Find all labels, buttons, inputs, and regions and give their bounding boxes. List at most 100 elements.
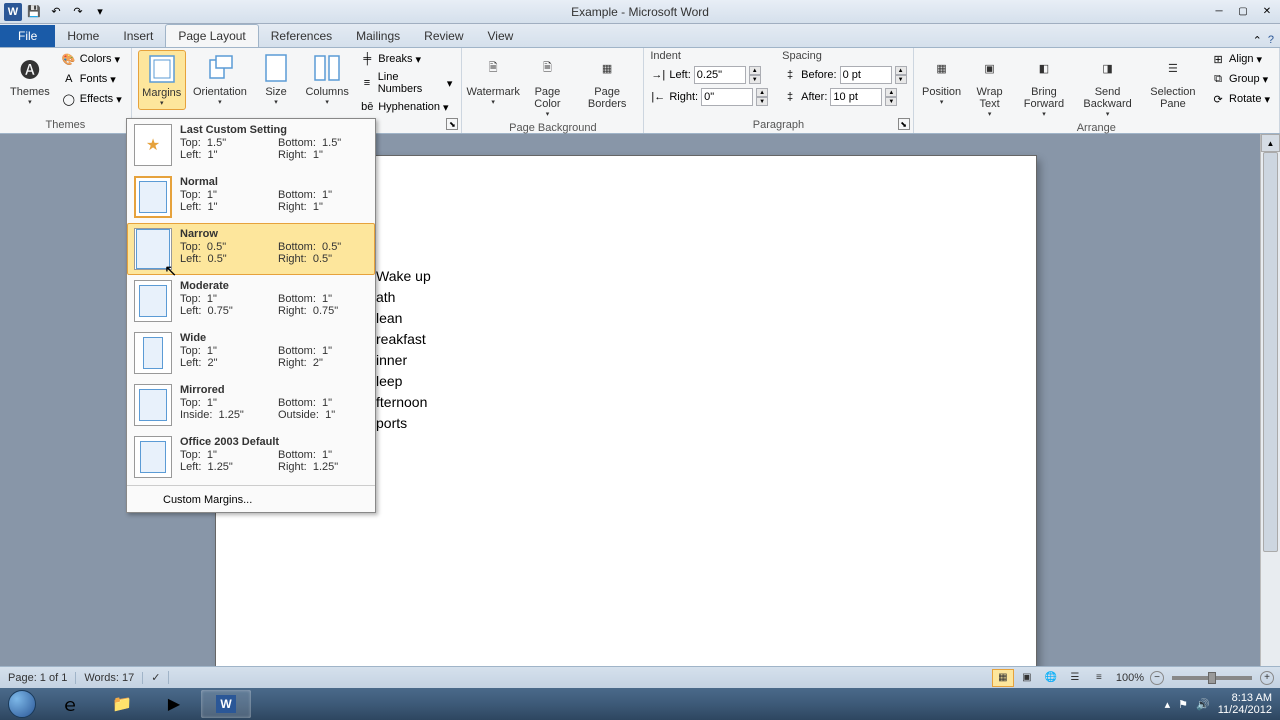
tray-clock[interactable]: 8:13 AM 11/24/2012 xyxy=(1218,692,1272,716)
orientation-button[interactable]: Orientation▾ xyxy=(190,50,250,108)
spin-down[interactable]: ▼ xyxy=(885,97,897,106)
margin-option-normal[interactable]: NormalTop: 1"Bottom: 1"Left: 1"Right: 1" xyxy=(127,171,375,223)
custom-margins-button[interactable]: Custom Margins... xyxy=(127,488,375,512)
close-button[interactable]: ✕ xyxy=(1256,3,1278,21)
tab-references[interactable]: References xyxy=(259,25,344,47)
taskbar-media-player[interactable]: ▶ xyxy=(149,690,199,718)
tray-flag-icon[interactable]: ⚑ xyxy=(1178,698,1188,711)
margin-option-last-custom-setting[interactable]: ★Last Custom SettingTop: 1.5"Bottom: 1.5… xyxy=(127,119,375,171)
page-color-button[interactable]: 🗎Page Color▾ xyxy=(522,50,573,120)
margin-option-wide[interactable]: WideTop: 1"Bottom: 1"Left: 2"Right: 2" xyxy=(127,327,375,379)
size-button[interactable]: Size▾ xyxy=(254,50,298,108)
zoom-level[interactable]: 100% xyxy=(1116,672,1144,684)
rotate-button[interactable]: ⟳Rotate ▾ xyxy=(1207,90,1273,108)
colors-button[interactable]: 🎨Colors ▾ xyxy=(58,50,125,68)
tab-view[interactable]: View xyxy=(476,25,526,47)
hyphenation-button[interactable]: bēHyphenation ▾ xyxy=(356,98,455,116)
size-icon xyxy=(264,53,288,83)
tab-page-layout[interactable]: Page Layout xyxy=(165,24,258,47)
page-setup-launcher[interactable]: ⬊ xyxy=(446,118,458,130)
margin-option-office-2003-default[interactable]: Office 2003 DefaultTop: 1"Bottom: 1"Left… xyxy=(127,431,375,483)
tab-mailings[interactable]: Mailings xyxy=(344,25,412,47)
tab-file[interactable]: File xyxy=(0,25,55,47)
view-outline[interactable]: ☰ xyxy=(1064,669,1086,687)
indent-right-input[interactable]: 0" xyxy=(701,88,753,106)
position-button[interactable]: ▦Position▾ xyxy=(920,50,964,108)
windows-logo-icon xyxy=(8,690,36,718)
selection-pane-icon: ☰ xyxy=(1157,52,1189,84)
spacing-after-icon: ‡ xyxy=(782,89,798,105)
tab-insert[interactable]: Insert xyxy=(111,25,165,47)
group-paragraph: Indent →|Left:0.25"▲▼ |←Right:0"▲▼ Spaci… xyxy=(644,48,913,133)
spin-up[interactable]: ▲ xyxy=(895,66,907,75)
spin-up[interactable]: ▲ xyxy=(756,88,768,97)
zoom-slider[interactable] xyxy=(1172,676,1252,680)
bring-forward-button[interactable]: ◧Bring Forward▾ xyxy=(1016,50,1073,120)
themes-button[interactable]: 🅐 Themes▾ xyxy=(6,50,54,108)
indent-left-input[interactable]: 0.25" xyxy=(694,66,746,84)
status-proofing-icon[interactable]: ✓ xyxy=(143,671,169,684)
status-page[interactable]: Page: 1 of 1 xyxy=(0,672,76,684)
document-text[interactable]: Wake upathleanreakfastinnerleepfternoonp… xyxy=(376,266,876,434)
spin-down[interactable]: ▼ xyxy=(756,97,768,106)
margins-button[interactable]: Margins▾ xyxy=(138,50,186,110)
wrap-text-icon: ▣ xyxy=(974,52,1006,84)
view-draft[interactable]: ≡ xyxy=(1088,669,1110,687)
breaks-button[interactable]: ╪Breaks ▾ xyxy=(356,50,455,68)
status-words[interactable]: Words: 17 xyxy=(76,672,143,684)
scroll-thumb[interactable] xyxy=(1263,152,1278,552)
view-web[interactable]: 🌐 xyxy=(1040,669,1062,687)
margin-option-moderate[interactable]: ModerateTop: 1"Bottom: 1"Left: 0.75"Righ… xyxy=(127,275,375,327)
group-arrange: ▦Position▾ ▣Wrap Text▾ ◧Bring Forward▾ ◨… xyxy=(914,48,1280,133)
tray-show-hidden-icon[interactable]: ▴ xyxy=(1165,698,1171,711)
start-button[interactable] xyxy=(0,688,44,720)
tab-home[interactable]: Home xyxy=(55,25,111,47)
minimize-ribbon-icon[interactable]: ⌃ xyxy=(1253,34,1262,47)
send-backward-button[interactable]: ◨Send Backward▾ xyxy=(1076,50,1138,120)
taskbar-explorer[interactable]: 📁 xyxy=(97,690,147,718)
watermark-icon: 🗎 xyxy=(477,52,509,84)
spin-up[interactable]: ▲ xyxy=(749,66,761,75)
maximize-button[interactable]: ▢ xyxy=(1232,3,1254,21)
word-app-icon[interactable]: W xyxy=(4,3,22,21)
fonts-button[interactable]: AFonts ▾ xyxy=(58,70,125,88)
columns-button[interactable]: Columns▾ xyxy=(302,50,352,108)
page-borders-button[interactable]: ▦Page Borders xyxy=(577,50,637,112)
watermark-button[interactable]: 🗎Watermark▾ xyxy=(468,50,518,108)
wrap-text-button[interactable]: ▣Wrap Text▾ xyxy=(968,50,1012,120)
group-button[interactable]: ⧉Group ▾ xyxy=(1207,70,1273,88)
margin-option-mirrored[interactable]: MirroredTop: 1"Bottom: 1"Inside: 1.25"Ou… xyxy=(127,379,375,431)
zoom-out-button[interactable]: − xyxy=(1150,671,1164,685)
help-icon[interactable]: ? xyxy=(1268,34,1274,47)
ribbon-tabs: File Home Insert Page Layout References … xyxy=(0,24,1280,48)
line-numbers-button[interactable]: ≡Line Numbers ▾ xyxy=(356,70,455,96)
minimize-button[interactable]: ─ xyxy=(1208,3,1230,21)
align-button[interactable]: ⊞Align ▾ xyxy=(1207,50,1273,68)
save-button[interactable]: 💾 xyxy=(24,2,44,22)
redo-button[interactable]: ↷ xyxy=(68,2,88,22)
spacing-before-icon: ‡ xyxy=(782,67,798,83)
spin-down[interactable]: ▼ xyxy=(749,75,761,84)
taskbar-word[interactable]: W xyxy=(201,690,251,718)
scroll-up-button[interactable]: ▲ xyxy=(1261,134,1280,152)
spacing-after-input[interactable]: 10 pt xyxy=(830,88,882,106)
paragraph-launcher[interactable]: ⬊ xyxy=(898,118,910,130)
effects-button[interactable]: ◯Effects ▾ xyxy=(58,90,125,108)
undo-button[interactable]: ↶ xyxy=(46,2,66,22)
view-full-screen[interactable]: ▣ xyxy=(1016,669,1038,687)
spin-down[interactable]: ▼ xyxy=(895,75,907,84)
spacing-before-input[interactable]: 0 pt xyxy=(840,66,892,84)
tray-speaker-icon[interactable]: 🔊 xyxy=(1196,698,1210,711)
taskbar-ie[interactable]: ｅ xyxy=(45,690,95,718)
margins-dropdown: ★Last Custom SettingTop: 1.5"Bottom: 1.5… xyxy=(126,118,376,513)
view-print-layout[interactable]: ▦ xyxy=(992,669,1014,687)
tab-review[interactable]: Review xyxy=(412,25,475,47)
bring-forward-icon: ◧ xyxy=(1028,52,1060,84)
qat-customize[interactable]: ▾ xyxy=(90,2,110,22)
selection-pane-button[interactable]: ☰Selection Pane xyxy=(1143,50,1203,112)
margin-option-narrow[interactable]: NarrowTop: 0.5"Bottom: 0.5"Left: 0.5"Rig… xyxy=(127,223,375,275)
vertical-scrollbar[interactable]: ▲ ▼ xyxy=(1260,134,1280,688)
zoom-in-button[interactable]: + xyxy=(1260,671,1274,685)
spin-up[interactable]: ▲ xyxy=(885,88,897,97)
columns-icon xyxy=(313,54,341,82)
